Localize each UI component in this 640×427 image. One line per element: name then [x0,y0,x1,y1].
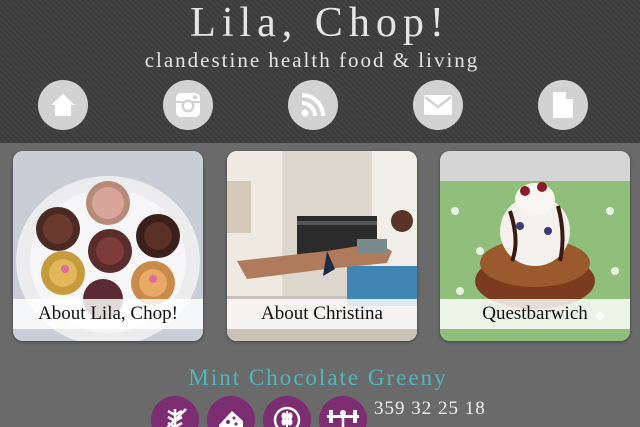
site-title[interactable]: Lila, Chop! [0,0,640,46]
site-header: Lila, Chop! clandestine health food & li… [0,0,640,143]
questbarwich-card[interactable]: Questbarwich [440,151,630,341]
about-christina-card[interactable]: About Christina [227,151,417,341]
recipe-nutrition: 359 32 25 18 [374,398,486,419]
recipe-title[interactable]: Mint Chocolate Greeny [0,365,636,391]
home-icon[interactable] [38,80,88,130]
instagram-icon[interactable] [163,80,213,130]
card-caption[interactable]: About Lila, Chop! [13,299,203,329]
card-caption[interactable]: About Christina [227,299,417,329]
site-tagline: clandestine health food & living [144,48,480,72]
grain-free-icon [263,396,311,427]
mail-icon[interactable] [413,80,463,130]
dairy-free-icon [207,396,255,427]
card-caption[interactable]: Questbarwich [440,299,630,329]
document-icon[interactable] [538,80,588,130]
gluten-free-icon [151,396,199,427]
rss-icon[interactable] [288,80,338,130]
protein-icon [319,396,367,427]
about-lila-chop-card[interactable]: About Lila, Chop! [13,151,203,341]
